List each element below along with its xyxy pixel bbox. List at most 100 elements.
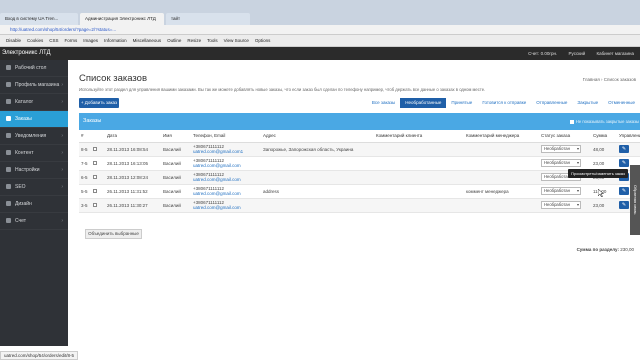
sidebar-item-dashboard[interactable]: Рабочий стол [0, 60, 68, 77]
wallet-icon [6, 218, 11, 224]
toolbar-item[interactable]: Outline [167, 35, 181, 47]
hide-closed-toggle[interactable]: Не показывать закрытые заказы [569, 119, 639, 124]
browser-tabbar: Вход в систему UA Tren... Администрация … [0, 0, 640, 25]
column-header[interactable]: # [79, 130, 91, 143]
cabinet-link[interactable]: Кабинет магазина [596, 51, 634, 56]
chevron-right-icon: › [61, 133, 63, 139]
toolbar-item[interactable]: Images [83, 35, 98, 47]
browser-tab-2[interactable]: Администрация Электроникс ЛТД [80, 13, 164, 25]
tab-cancelled[interactable]: Отмененные [603, 98, 640, 108]
order-date: 28.11.2013 12:08:24 [105, 170, 161, 185]
row-checkbox[interactable] [93, 146, 97, 151]
sidebar-item-label: Рабочий стол [15, 65, 47, 71]
sidebar-item-notifications[interactable]: Уведомления › [0, 128, 68, 145]
edit-order-button[interactable]: ✎ [619, 187, 629, 195]
sidebar-item-seo[interactable]: SEO › [0, 179, 68, 196]
browser-statusbar: uatred.com/shop/54/orders/edit/8-5 [0, 346, 640, 360]
address [261, 170, 374, 185]
toolbar-item[interactable]: Disable [6, 35, 21, 47]
store-icon [6, 82, 11, 88]
language-select[interactable]: Русский [569, 51, 586, 56]
breadcrumb[interactable]: Главная › Список заказов [583, 77, 636, 82]
status-select[interactable]: Необработан [541, 159, 581, 167]
column-header[interactable]: Комментарий клиента [374, 130, 464, 143]
balance-link[interactable]: Счет: 0.00грн. [528, 51, 557, 56]
order-id: 3-5 [79, 198, 91, 213]
status-select[interactable]: Необработан [541, 145, 581, 153]
column-header[interactable]: Комментарий менеджера [464, 130, 539, 143]
toolbar-item[interactable]: CSS [49, 35, 58, 47]
order-date: 26.11.2013 11:31:52 [105, 184, 161, 199]
toggle-label: Не показывать закрытые заказы [575, 119, 639, 124]
column-header[interactable]: Статус заказа [539, 130, 591, 143]
toolbar-item[interactable]: Miscellaneous [133, 35, 162, 47]
chevron-right-icon: › [61, 184, 63, 190]
sidebar-item-catalog[interactable]: Каталог › [0, 94, 68, 111]
add-order-button[interactable]: + Добавить заказ [79, 98, 119, 108]
column-header[interactable]: Телефон, Email [191, 130, 261, 143]
admin-header: Электроникс ЛТД Счет: 0.00грн. Русский К… [0, 47, 640, 60]
column-header[interactable]: Дата [105, 130, 161, 143]
tab-shipped[interactable]: Отправленные [531, 98, 572, 108]
address [261, 156, 374, 171]
tab-unprocessed[interactable]: Необработанные [400, 98, 447, 108]
column-header[interactable]: Сумма [591, 130, 617, 143]
table-row: 6-5 28.11.2013 12:08:24 Василий +3806711… [79, 170, 640, 185]
table-row: 8-5 28.11.2013 16:08:54 Василий +3806711… [79, 142, 640, 157]
url-text[interactable]: http://uatred.com/shop/54/orders/?page=2… [10, 26, 240, 34]
toolbar-item[interactable]: Forms [65, 35, 78, 47]
edit-order-button[interactable]: ✎ [619, 159, 629, 167]
tab-all[interactable]: Все заказы [367, 98, 400, 108]
main-content: Список заказов Используйте этот раздел д… [68, 60, 640, 346]
toolbar-item[interactable]: Cookies [27, 35, 43, 47]
column-header-select [91, 130, 105, 143]
edit-order-button[interactable]: ✎ [619, 201, 629, 209]
email-link[interactable]: uatred.com@gmail.com [193, 191, 261, 196]
manager-comment [464, 170, 539, 185]
toolbar-item[interactable]: View Source [224, 35, 249, 47]
status-select[interactable]: Необработан [541, 201, 581, 209]
column-header[interactable]: Адрес [261, 130, 374, 143]
row-checkbox[interactable] [93, 160, 97, 165]
sidebar-item-settings[interactable]: Настройки › [0, 162, 68, 179]
toolbar-item[interactable]: Tools [207, 35, 218, 47]
status-select[interactable]: Необработан [541, 187, 581, 195]
row-checkbox[interactable] [93, 188, 97, 193]
email-link[interactable]: uatred.com@gmail.com [193, 177, 261, 182]
address-bar[interactable]: http://uatred.com/shop/54/orders/?page=2… [0, 25, 640, 35]
browser-tab-1[interactable]: Вход в систему UA Tren... [0, 13, 78, 25]
edit-order-button[interactable]: ✎ [619, 145, 629, 153]
column-header[interactable]: Имя [161, 130, 191, 143]
sidebar-item-design[interactable]: Дизайн [0, 196, 68, 213]
pencil-icon: ✎ [621, 188, 627, 194]
email-link[interactable]: uatred.com@gmail.com [193, 205, 261, 210]
email-link[interactable]: uatred.com@gmail.com [193, 163, 261, 168]
sidebar-item-content[interactable]: Контент › [0, 145, 68, 162]
toolbar-item[interactable]: Options [255, 35, 271, 47]
brand-logo[interactable]: Электроникс ЛТД [2, 47, 51, 60]
manager-comment [464, 156, 539, 171]
chevron-right-icon: › [61, 82, 63, 88]
order-sum: 23,00 [591, 156, 617, 171]
merge-selected-button[interactable]: Объединить выбранные [85, 229, 142, 239]
toolbar-item[interactable]: Information [104, 35, 127, 47]
total-label: Сумма по разделу: [576, 247, 619, 252]
sidebar-item-label: SEO [15, 184, 26, 190]
row-checkbox[interactable] [93, 174, 97, 179]
chevron-right-icon: › [61, 150, 63, 156]
sidebar-item-label: Дизайн [15, 201, 32, 207]
tab-preparing[interactable]: Готовится к отправке [477, 98, 531, 108]
feedback-tab[interactable]: Обратная связь [630, 165, 640, 235]
sidebar-item-billing[interactable]: Счет › [0, 213, 68, 230]
order-id: 8-5 [79, 142, 91, 157]
checkbox-icon [569, 119, 574, 124]
browser-tab-3[interactable]: тайт [166, 13, 250, 25]
tab-closed[interactable]: Закрытые [572, 98, 603, 108]
row-checkbox[interactable] [93, 202, 97, 207]
edit-tooltip: Просмотреть/изменить заказ [568, 169, 628, 178]
sidebar-item-profile[interactable]: Профиль магазина › [0, 77, 68, 94]
tab-accepted[interactable]: Принятые [446, 98, 477, 108]
email-link[interactable]: uatred.com@gmail.com1 [193, 149, 261, 154]
toolbar-item[interactable]: Resize [187, 35, 201, 47]
sidebar-item-orders[interactable]: Заказы [0, 111, 68, 128]
